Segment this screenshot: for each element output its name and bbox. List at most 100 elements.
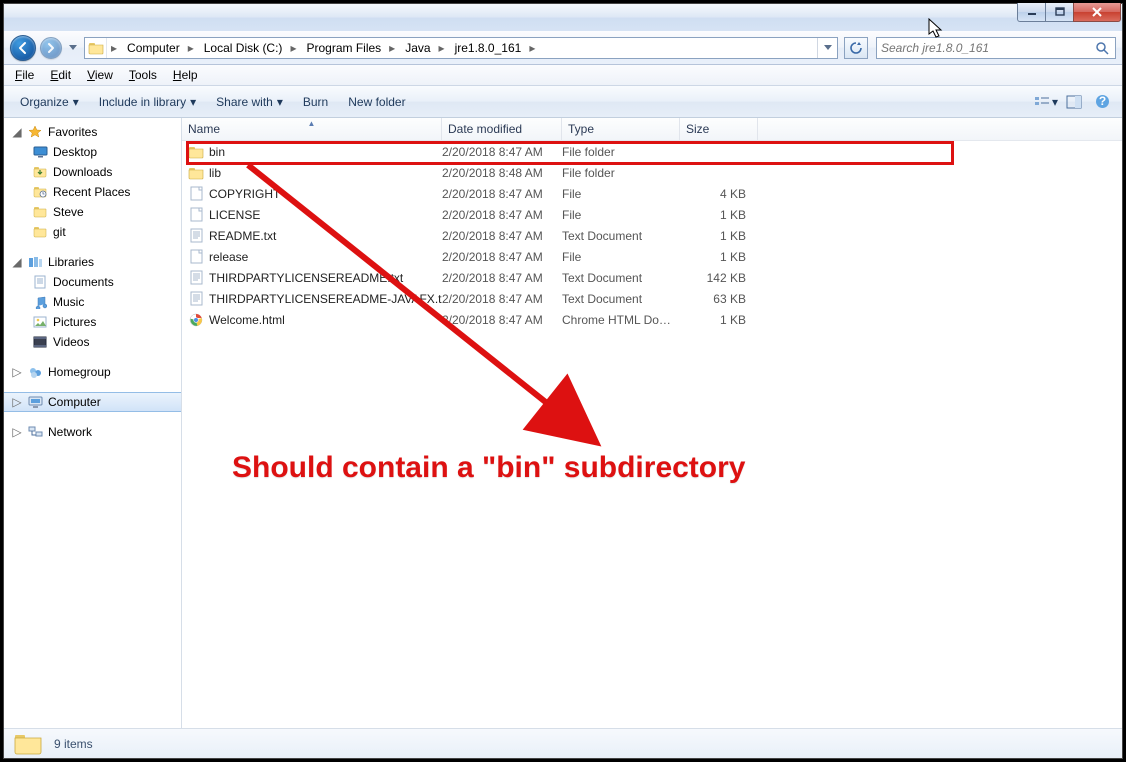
file-size: 1 KB [680, 313, 752, 327]
annotation-text: Should contain a "bin" subdirectory [232, 451, 982, 484]
network-icon [27, 424, 43, 440]
svg-text:?: ? [1098, 94, 1105, 108]
sidebar-network[interactable]: ▷ Network [4, 422, 181, 442]
sidebar-homegroup[interactable]: ▷ Homegroup [4, 362, 181, 382]
folder-icon [32, 224, 48, 240]
search-box[interactable] [876, 37, 1116, 59]
file-row[interactable]: COPYRIGHT2/20/2018 8:47 AMFile4 KB [182, 183, 1122, 204]
file-type: File [562, 187, 680, 201]
file-date: 2/20/2018 8:48 AM [442, 166, 562, 180]
downloads-icon [32, 164, 48, 180]
crumb-program-files[interactable]: Program Files [300, 38, 385, 58]
menu-edit[interactable]: EditEdit [43, 66, 78, 84]
crumb-jre[interactable]: jre1.8.0_161 [449, 38, 526, 58]
file-type: Chrome HTML Do… [562, 313, 680, 327]
sidebar-item-documents[interactable]: Documents [4, 272, 181, 292]
column-label: Name [188, 122, 220, 136]
column-headers: Name ▲ Date modified Type Size [182, 118, 1122, 141]
file-name: bin [209, 145, 225, 159]
status-count: 9 items [54, 737, 93, 751]
file-name: COPYRIGHT [209, 187, 280, 201]
sidebar-item-steve[interactable]: Steve [4, 202, 181, 222]
caret-icon: ▷ [12, 425, 22, 439]
sidebar-item-git[interactable]: git [4, 222, 181, 242]
sidebar-computer[interactable]: ▷ Computer [4, 392, 181, 412]
back-button[interactable] [10, 35, 36, 61]
chevron-right-icon[interactable]: ▸ [286, 41, 300, 55]
file-row[interactable]: bin2/20/2018 8:47 AMFile folder [182, 141, 1122, 162]
sidebar-item-videos[interactable]: Videos [4, 332, 181, 352]
chevron-right-icon[interactable]: ▸ [525, 41, 539, 55]
navigation-pane[interactable]: ◢ Favorites Desktop Downloads Recent Pla… [4, 118, 182, 728]
new-folder-button[interactable]: New folder [340, 92, 413, 112]
sidebar-item-music[interactable]: Music [4, 292, 181, 312]
sidebar-item-downloads[interactable]: Downloads [4, 162, 181, 182]
refresh-button[interactable] [844, 37, 868, 59]
sidebar-item-desktop[interactable]: Desktop [4, 142, 181, 162]
preview-pane-button[interactable] [1062, 90, 1086, 114]
share-with-button[interactable]: Share with ▾ [208, 92, 291, 112]
file-type: File [562, 250, 680, 264]
file-row[interactable]: Welcome.html2/20/2018 8:47 AMChrome HTML… [182, 309, 1122, 330]
burn-button[interactable]: Burn [295, 92, 336, 112]
address-bar[interactable]: ▸ Computer ▸ Local Disk (C:) ▸ Program F… [84, 37, 838, 59]
file-size: 142 KB [680, 271, 752, 285]
maximize-button[interactable] [1045, 3, 1074, 22]
column-date[interactable]: Date modified [442, 118, 562, 140]
chevron-right-icon[interactable]: ▸ [385, 41, 399, 55]
file-row[interactable]: THIRDPARTYLICENSEREADME-JAVAFX.txt2/20/2… [182, 288, 1122, 309]
caret-icon: ◢ [12, 125, 22, 139]
forward-button[interactable] [40, 37, 62, 59]
sidebar-item-pictures[interactable]: Pictures [4, 312, 181, 332]
file-rows[interactable]: bin2/20/2018 8:47 AMFile folderlib2/20/2… [182, 141, 1122, 728]
title-bar [4, 4, 1122, 31]
crumb-java[interactable]: Java [399, 38, 434, 58]
search-input[interactable] [881, 41, 1095, 55]
view-options-button[interactable]: ▾ [1034, 90, 1058, 114]
sidebar-item-label: git [53, 225, 66, 239]
chevron-down-icon: ▾ [277, 95, 283, 109]
file-date: 2/20/2018 8:47 AM [442, 145, 562, 159]
close-button[interactable] [1073, 3, 1121, 22]
column-name[interactable]: Name ▲ [182, 118, 442, 140]
column-label: Date modified [448, 122, 522, 136]
menu-tools[interactable]: ToolsTools [122, 66, 164, 84]
menu-view[interactable]: ViewView [80, 66, 120, 84]
chevron-right-icon[interactable]: ▸ [184, 41, 198, 55]
address-dropdown[interactable] [817, 38, 837, 58]
burn-label: Burn [303, 95, 328, 109]
file-name: Welcome.html [209, 313, 285, 327]
caret-icon: ▷ [12, 395, 22, 409]
chevron-right-icon[interactable]: ▸ [435, 41, 449, 55]
folder-icon [12, 732, 44, 756]
file-row[interactable]: LICENSE2/20/2018 8:47 AMFile1 KB [182, 204, 1122, 225]
file-row[interactable]: README.txt2/20/2018 8:47 AMText Document… [182, 225, 1122, 246]
organize-button[interactable]: Organize ▾ [12, 92, 87, 112]
include-library-button[interactable]: Include in library ▾ [91, 92, 204, 112]
menu-file[interactable]: FFileile [8, 66, 41, 84]
crumb-local-disk[interactable]: Local Disk (C:) [198, 38, 287, 58]
file-size: 4 KB [680, 187, 752, 201]
folder-icon [85, 38, 107, 58]
file-row[interactable]: lib2/20/2018 8:48 AMFile folder [182, 162, 1122, 183]
column-type[interactable]: Type [562, 118, 680, 140]
file-size: 63 KB [680, 292, 752, 306]
file-icon [188, 186, 204, 202]
help-button[interactable]: ? [1090, 90, 1114, 114]
file-row[interactable]: THIRDPARTYLICENSEREADME.txt2/20/2018 8:4… [182, 267, 1122, 288]
file-list-pane: Name ▲ Date modified Type Size bin 2/20/2… [182, 118, 1122, 728]
sidebar-favorites[interactable]: ◢ Favorites [4, 122, 181, 142]
file-name: release [209, 250, 248, 264]
file-date: 2/20/2018 8:47 AM [442, 250, 562, 264]
file-row[interactable]: release2/20/2018 8:47 AMFile1 KB [182, 246, 1122, 267]
minimize-button[interactable] [1017, 3, 1046, 22]
nav-history-dropdown[interactable] [66, 39, 80, 57]
chevron-right-icon[interactable]: ▸ [107, 41, 121, 55]
file-size: 1 KB [680, 229, 752, 243]
documents-icon [32, 274, 48, 290]
crumb-computer[interactable]: Computer [121, 38, 184, 58]
sidebar-libraries[interactable]: ◢ Libraries [4, 252, 181, 272]
sidebar-item-recent[interactable]: Recent Places [4, 182, 181, 202]
column-size[interactable]: Size [680, 118, 758, 140]
menu-help[interactable]: HelpHelp [166, 66, 205, 84]
